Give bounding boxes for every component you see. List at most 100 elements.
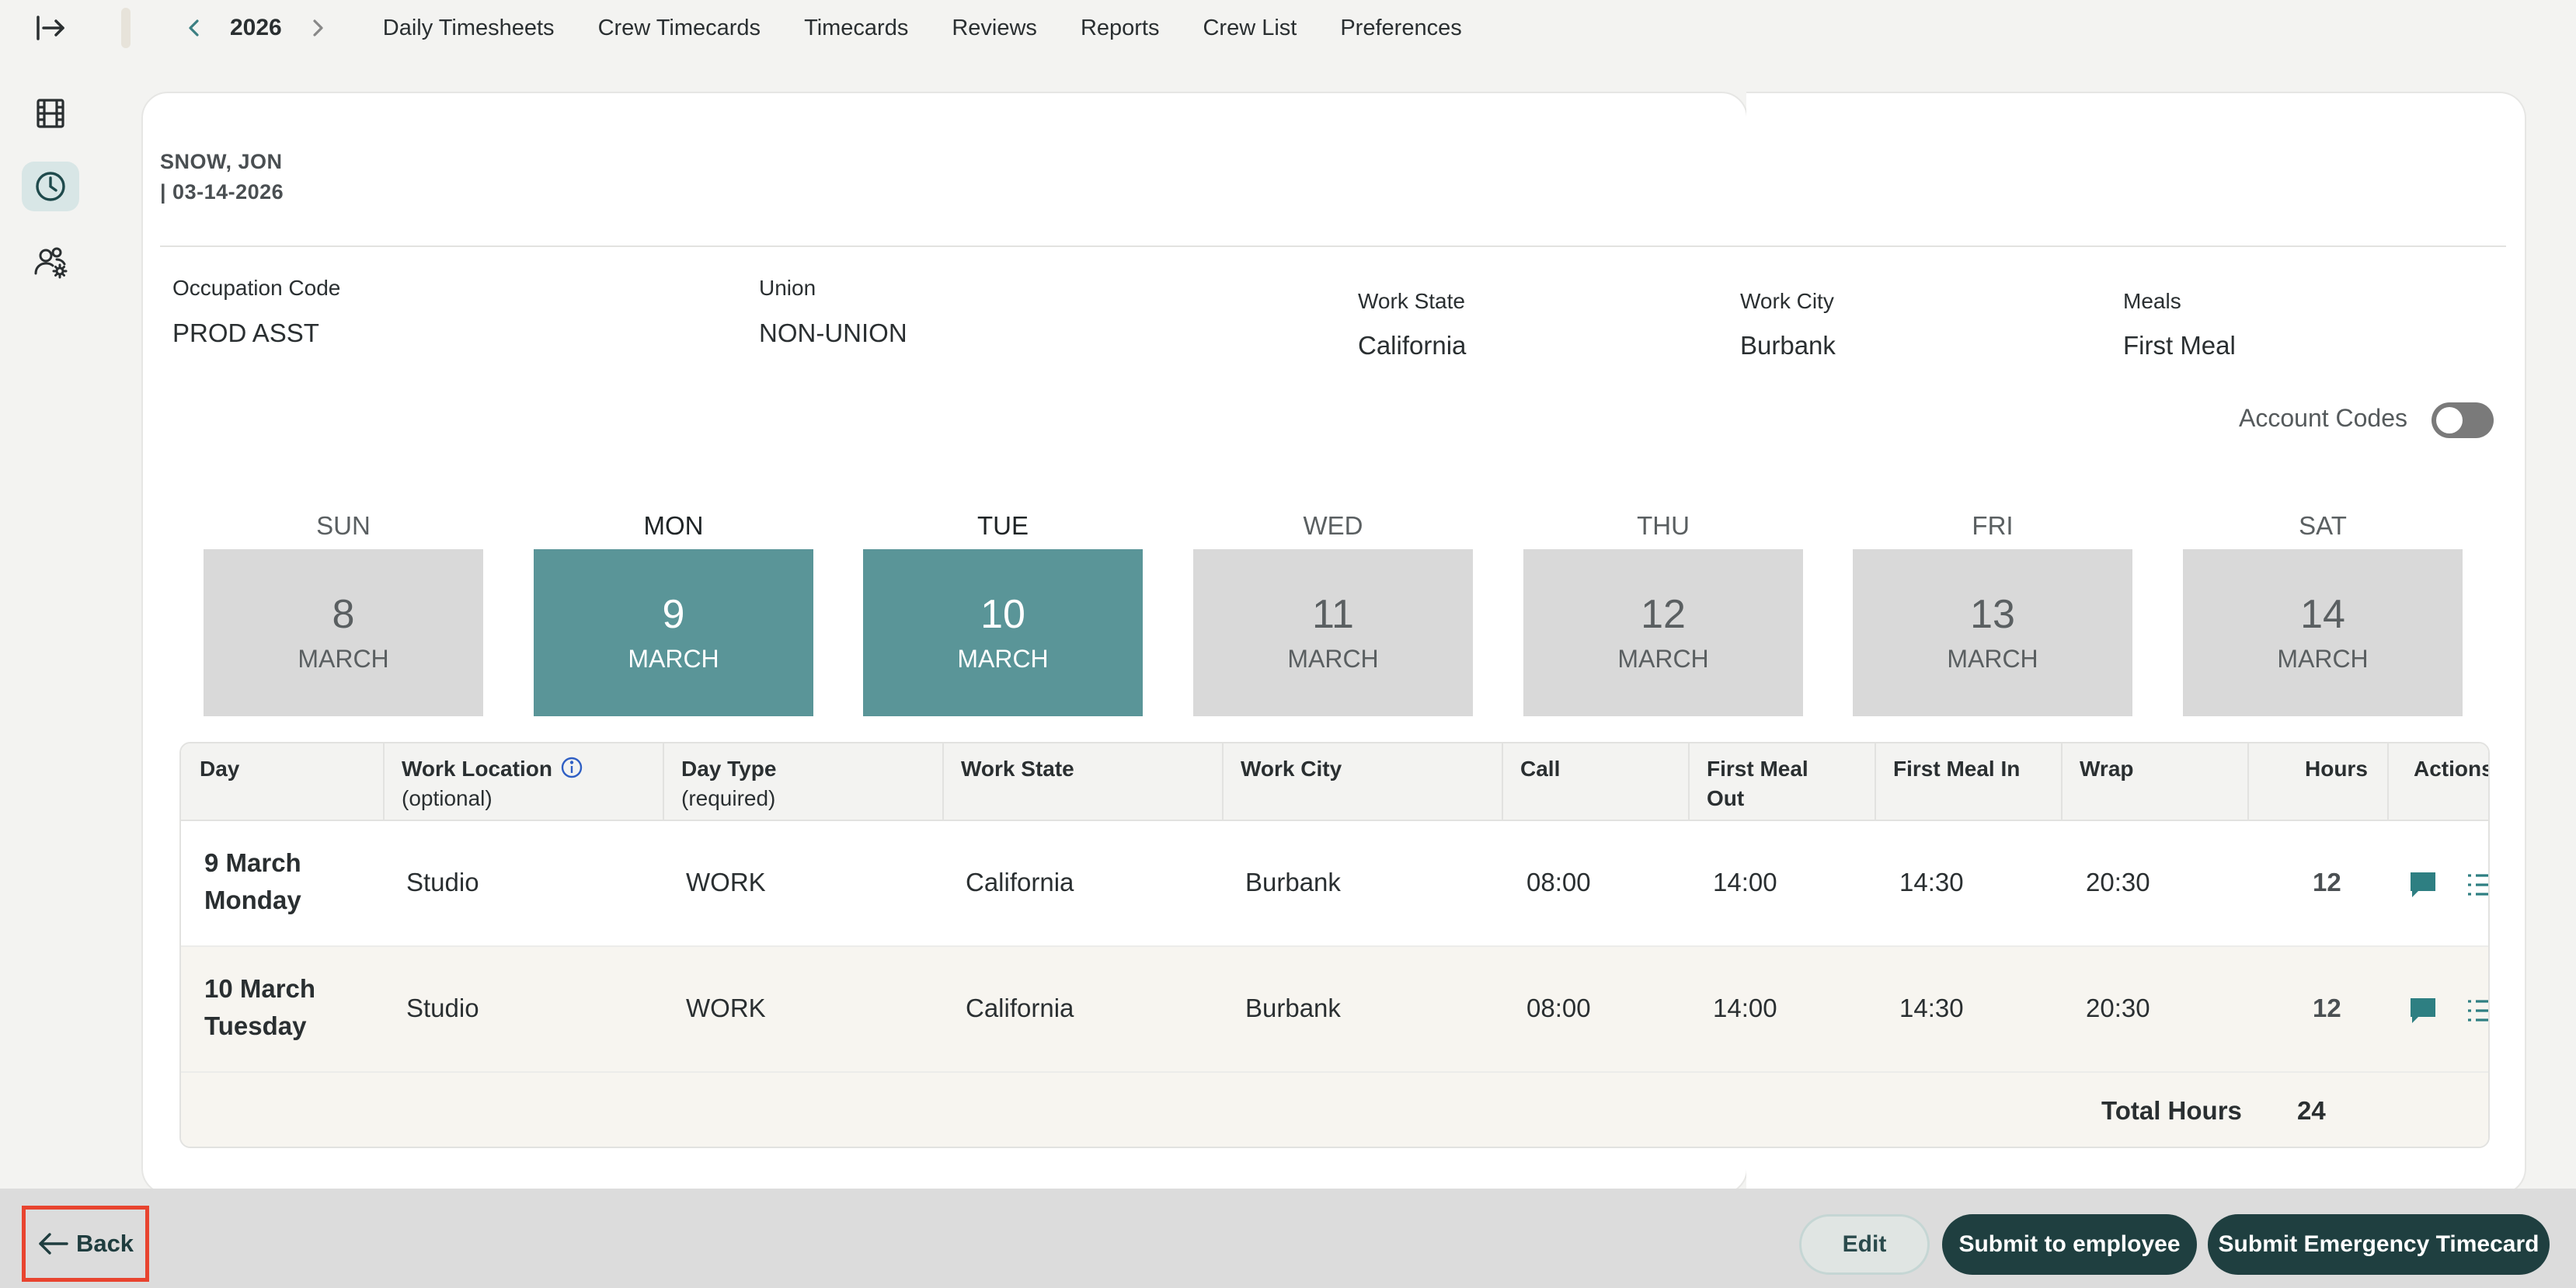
- day-mon[interactable]: MON 9 MARCH: [534, 509, 813, 716]
- union-label: Union: [759, 276, 816, 300]
- th-first-meal-out-line2: Out: [1707, 786, 1745, 810]
- day-box[interactable]: 8 MARCH: [204, 549, 483, 716]
- row-location: Studio: [406, 868, 479, 896]
- top-nav: 2026 Daily Timesheets Crew Timecards Tim…: [179, 0, 1462, 56]
- union-value: NON-UNION: [759, 319, 907, 347]
- timecard-date: | 03-14-2026: [160, 180, 284, 204]
- th-call: Call: [1520, 757, 1561, 781]
- list-details-icon[interactable]: [2465, 869, 2490, 900]
- day-box[interactable]: 13 MARCH: [1853, 549, 2132, 716]
- nav-reviews[interactable]: Reviews: [952, 16, 1037, 41]
- comment-icon[interactable]: [2407, 995, 2438, 1026]
- prev-year-chevron-icon[interactable]: [179, 12, 210, 44]
- header-divider: [160, 245, 2506, 247]
- day-month: MARCH: [1287, 644, 1379, 673]
- work-state-value: California: [1358, 331, 1467, 360]
- day-month: MARCH: [298, 644, 389, 673]
- th-first-meal-out-line1: First Meal: [1707, 757, 1808, 781]
- row-meal-in: 14:30: [1899, 994, 1964, 1022]
- day-box[interactable]: 9 MARCH: [534, 549, 813, 716]
- edit-button[interactable]: Edit: [1799, 1214, 1930, 1275]
- day-box[interactable]: 14 MARCH: [2183, 549, 2463, 716]
- row-date: 10 March: [204, 974, 316, 1003]
- submit-to-employee-button[interactable]: Submit to employee: [1942, 1214, 2197, 1275]
- th-separator: [1875, 743, 1876, 821]
- row-weekday: Tuesday: [204, 1011, 307, 1040]
- th-separator: [1222, 743, 1224, 821]
- nav-daily-timesheets[interactable]: Daily Timesheets: [383, 16, 555, 41]
- crew-settings-icon[interactable]: [22, 238, 79, 287]
- meals-label: Meals: [2123, 289, 2181, 313]
- total-hours-value: 24: [2297, 1096, 2326, 1125]
- th-separator: [383, 743, 385, 821]
- row-day-type: WORK: [686, 868, 766, 896]
- occupation-code-label: Occupation Code: [172, 276, 341, 300]
- left-rail: [0, 0, 101, 1189]
- th-work-state: Work State: [961, 757, 1074, 781]
- total-hours-label: Total Hours: [2101, 1096, 2242, 1125]
- day-wed[interactable]: WED 11 MARCH: [1193, 509, 1473, 716]
- day-name: TUE: [977, 511, 1029, 540]
- clock-icon[interactable]: [22, 162, 79, 211]
- collapse-sidebar-icon[interactable]: [22, 3, 79, 53]
- th-hours: Hours: [2305, 757, 2368, 781]
- day-box[interactable]: 12 MARCH: [1523, 549, 1803, 716]
- day-tue[interactable]: TUE 10 MARCH: [863, 509, 1143, 716]
- day-name: SUN: [316, 511, 371, 540]
- day-number: 13: [1970, 591, 2015, 637]
- th-first-meal-out: First Meal Out: [1707, 754, 1808, 813]
- th-first-meal-in: First Meal In: [1893, 757, 2021, 781]
- submit-emergency-timecard-button[interactable]: Submit Emergency Timecard: [2208, 1214, 2550, 1275]
- day-name: FRI: [1972, 511, 2014, 540]
- day-number: 11: [1312, 591, 1354, 637]
- comment-icon[interactable]: [2407, 869, 2438, 900]
- film-icon[interactable]: [22, 89, 79, 138]
- row-date: 9 March: [204, 848, 301, 877]
- list-details-icon[interactable]: [2465, 995, 2490, 1026]
- account-codes-toggle[interactable]: [2432, 402, 2494, 438]
- rail-divider: [121, 8, 131, 48]
- row-call: 08:00: [1526, 868, 1591, 896]
- day-number: 14: [2300, 591, 2345, 637]
- work-city-value: Burbank: [1740, 331, 1836, 360]
- th-day: Day: [200, 757, 240, 781]
- nav-preferences[interactable]: Preferences: [1340, 16, 1461, 41]
- th-separator: [663, 743, 664, 821]
- day-number: 8: [332, 591, 355, 637]
- back-button[interactable]: Back: [22, 1206, 149, 1282]
- row-call: 08:00: [1526, 994, 1591, 1022]
- nav-timecards[interactable]: Timecards: [804, 16, 908, 41]
- day-sun[interactable]: SUN 8 MARCH: [204, 509, 483, 716]
- table-row[interactable]: 10 March Tuesday Studio WORK California …: [181, 947, 2488, 1073]
- day-month: MARCH: [957, 644, 1049, 673]
- row-hours: 12: [2313, 868, 2341, 896]
- th-day-type-label: Day Type: [681, 757, 777, 781]
- arrow-left-icon: [39, 1233, 68, 1255]
- next-year-chevron-icon[interactable]: [302, 12, 333, 44]
- th-separator: [1688, 743, 1690, 821]
- nav-reports[interactable]: Reports: [1081, 16, 1160, 41]
- day-name: MON: [643, 511, 704, 540]
- row-work-state: California: [966, 868, 1074, 896]
- row-work-city: Burbank: [1245, 868, 1341, 896]
- nav-crew-list[interactable]: Crew List: [1203, 16, 1297, 41]
- day-thu[interactable]: THU 12 MARCH: [1523, 509, 1803, 716]
- day-box[interactable]: 10 MARCH: [863, 549, 1143, 716]
- day-sat[interactable]: SAT 14 MARCH: [2183, 509, 2463, 716]
- meals-value: First Meal: [2123, 331, 2236, 360]
- row-location: Studio: [406, 994, 479, 1022]
- row-work-city: Burbank: [1245, 994, 1341, 1022]
- day-month: MARCH: [628, 644, 719, 673]
- day-box[interactable]: 11 MARCH: [1193, 549, 1473, 716]
- day-month: MARCH: [2277, 644, 2369, 673]
- th-work-location: Work Location (optional): [402, 754, 583, 813]
- th-separator: [1502, 743, 1503, 821]
- day-name: SAT: [2299, 511, 2347, 540]
- table-row[interactable]: 9 March Monday Studio WORK California Bu…: [181, 821, 2488, 947]
- account-codes-label: Account Codes: [2239, 404, 2408, 432]
- nav-crew-timecards[interactable]: Crew Timecards: [598, 16, 761, 41]
- info-icon[interactable]: [560, 756, 583, 779]
- day-fri[interactable]: FRI 13 MARCH: [1853, 509, 2132, 716]
- table-header: Day Work Location (optional) Day Type (r…: [181, 743, 2488, 821]
- th-wrap: Wrap: [2080, 757, 2134, 781]
